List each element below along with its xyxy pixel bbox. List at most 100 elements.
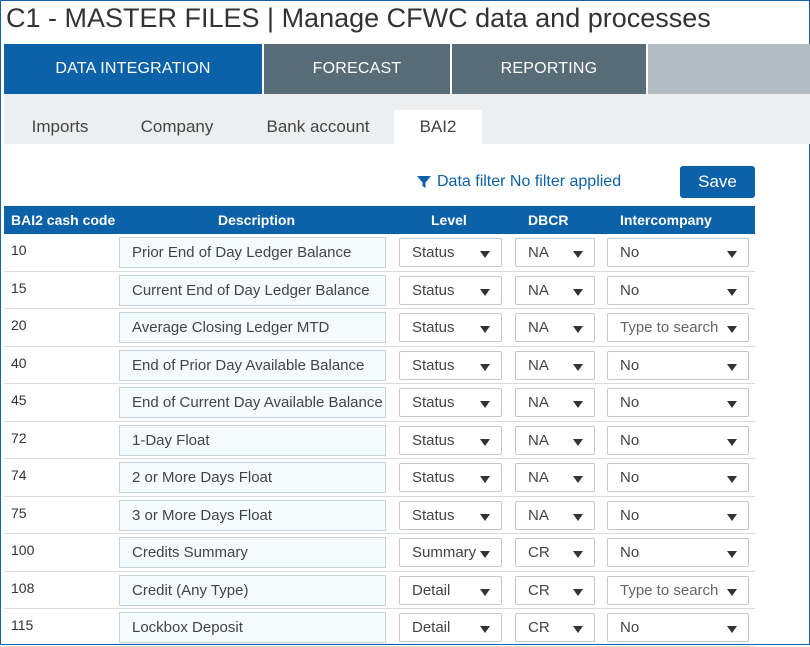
description-field[interactable]: Average Closing Ledger MTD (119, 312, 386, 343)
header-intercompany: Intercompany (620, 212, 712, 228)
caret-down-icon (727, 438, 737, 446)
subtab-imports[interactable]: Imports (14, 110, 106, 144)
description-field[interactable]: 2 or More Days Float (119, 462, 386, 493)
dbcr-dropdown[interactable]: NA (515, 388, 595, 417)
intercompany-value: No (620, 544, 640, 561)
level-dropdown[interactable]: Status (399, 313, 502, 342)
level-value: Summary (412, 544, 477, 561)
description-field[interactable]: Credit (Any Type) (119, 574, 386, 606)
dbcr-dropdown[interactable]: NA (515, 425, 595, 455)
intercompany-value: No (620, 244, 640, 261)
intercompany-value: No (620, 506, 640, 524)
cash-code: 100 (11, 542, 35, 558)
intercompany-dropdown[interactable]: No (607, 538, 749, 567)
subtab-company[interactable]: Company (122, 110, 232, 144)
tab-data-integration[interactable]: DATA INTEGRATION (4, 44, 262, 94)
intercompany-dropdown[interactable]: No (607, 500, 749, 530)
caret-down-icon (480, 288, 490, 296)
cash-code: 45 (11, 392, 27, 408)
intercompany-dropdown[interactable]: Type to search (607, 313, 749, 342)
intercompany-dropdown[interactable]: No (607, 613, 749, 642)
header-description: Description (218, 212, 296, 228)
level-value: Status (412, 356, 455, 374)
dbcr-value: NA (528, 281, 549, 299)
description-field[interactable]: End of Prior Day Available Balance (119, 349, 386, 381)
dbcr-dropdown[interactable]: CR (515, 538, 595, 567)
dbcr-dropdown[interactable]: CR (515, 613, 595, 642)
level-dropdown[interactable]: Detail (399, 575, 502, 605)
description-field[interactable]: Credits Summary (119, 537, 386, 568)
level-dropdown[interactable]: Summary (399, 538, 502, 567)
intercompany-value: No (620, 356, 640, 374)
cash-code: 20 (11, 317, 27, 333)
level-dropdown[interactable]: Status (399, 425, 502, 455)
table-row: 45 End of Current Day Available Balance St… (4, 384, 755, 422)
cash-code: 75 (11, 504, 27, 521)
dbcr-dropdown[interactable]: NA (515, 350, 595, 380)
dbcr-dropdown[interactable]: CR (515, 575, 595, 605)
nav-divider (646, 44, 648, 94)
data-filter-status: No filter applied (509, 173, 622, 190)
dbcr-dropdown[interactable]: NA (515, 275, 595, 305)
description-field[interactable]: End of Current Day Available Balance (119, 387, 386, 418)
dbcr-value: CR (528, 619, 550, 636)
level-dropdown[interactable]: Detail (399, 613, 502, 642)
intercompany-dropdown[interactable]: No (607, 388, 749, 417)
subtab-bai2[interactable]: BAI2 (394, 110, 482, 144)
caret-down-icon (727, 326, 737, 333)
table-row: 100 Credits Summary Summary CR No (4, 534, 755, 572)
save-button[interactable]: Save (680, 166, 755, 198)
intercompany-dropdown[interactable]: No (607, 350, 749, 380)
dbcr-dropdown[interactable]: NA (515, 238, 595, 267)
intercompany-dropdown[interactable]: Type to search (607, 575, 749, 605)
tab-reporting[interactable]: REPORTING (452, 44, 646, 94)
table-row: 75 3 or More Days Float Status NA No (4, 497, 755, 534)
description-field[interactable]: 3 or More Days Float (119, 499, 386, 531)
level-value: Detail (412, 581, 451, 599)
level-dropdown[interactable]: Status (399, 275, 502, 305)
dbcr-value: NA (528, 394, 549, 411)
level-value: Detail (412, 619, 451, 636)
bai2-table: BAI2 cash code Description Level DBCR In… (4, 206, 755, 647)
dbcr-value: NA (528, 506, 549, 524)
description-field[interactable]: 1-Day Float (119, 424, 386, 456)
intercompany-dropdown[interactable]: No (607, 463, 749, 492)
main-nav: DATA INTEGRATION FORECAST REPORTING (4, 44, 810, 94)
level-value: Status (412, 281, 455, 299)
dbcr-value: CR (528, 544, 550, 561)
cash-code: 115 (11, 617, 34, 633)
caret-down-icon (480, 588, 490, 596)
dbcr-dropdown[interactable]: NA (515, 313, 595, 342)
level-dropdown[interactable]: Status (399, 350, 502, 380)
table-row: 115 Lockbox Deposit Detail CR No (4, 609, 755, 647)
level-value: Status (412, 431, 455, 449)
dbcr-value: CR (528, 581, 550, 599)
intercompany-dropdown[interactable]: No (607, 275, 749, 305)
description-field[interactable]: Lockbox Deposit (119, 612, 386, 643)
caret-down-icon (480, 476, 490, 483)
level-dropdown[interactable]: Status (399, 500, 502, 530)
caret-down-icon (573, 288, 583, 296)
dbcr-dropdown[interactable]: NA (515, 500, 595, 530)
caret-down-icon (727, 401, 737, 408)
data-filter[interactable]: Data filter No filter applied (417, 168, 621, 196)
dbcr-value: NA (528, 319, 549, 336)
intercompany-dropdown[interactable]: No (607, 425, 749, 455)
level-dropdown[interactable]: Status (399, 238, 502, 267)
tab-forecast[interactable]: FORECAST (264, 44, 450, 94)
subtab-bank-account[interactable]: Bank account (248, 110, 388, 144)
level-dropdown[interactable]: Status (399, 463, 502, 492)
page-title: C1 - MASTER FILES | Manage CFWC data and… (6, 3, 711, 33)
description-field[interactable]: Prior End of Day Ledger Balance (119, 237, 386, 268)
dbcr-value: NA (528, 431, 549, 449)
level-dropdown[interactable]: Status (399, 388, 502, 417)
cash-code: 72 (11, 429, 27, 446)
intercompany-value: Type to search (620, 319, 719, 336)
cash-code: 74 (11, 467, 27, 483)
intercompany-dropdown[interactable]: No (607, 238, 749, 267)
caret-down-icon (573, 513, 583, 521)
description-field[interactable]: Current End of Day Ledger Balance (119, 274, 386, 306)
dbcr-dropdown[interactable]: NA (515, 463, 595, 492)
table-row: 108 Credit (Any Type) Detail CR Type to sear… (4, 572, 755, 609)
header-code: BAI2 cash code (11, 212, 116, 228)
